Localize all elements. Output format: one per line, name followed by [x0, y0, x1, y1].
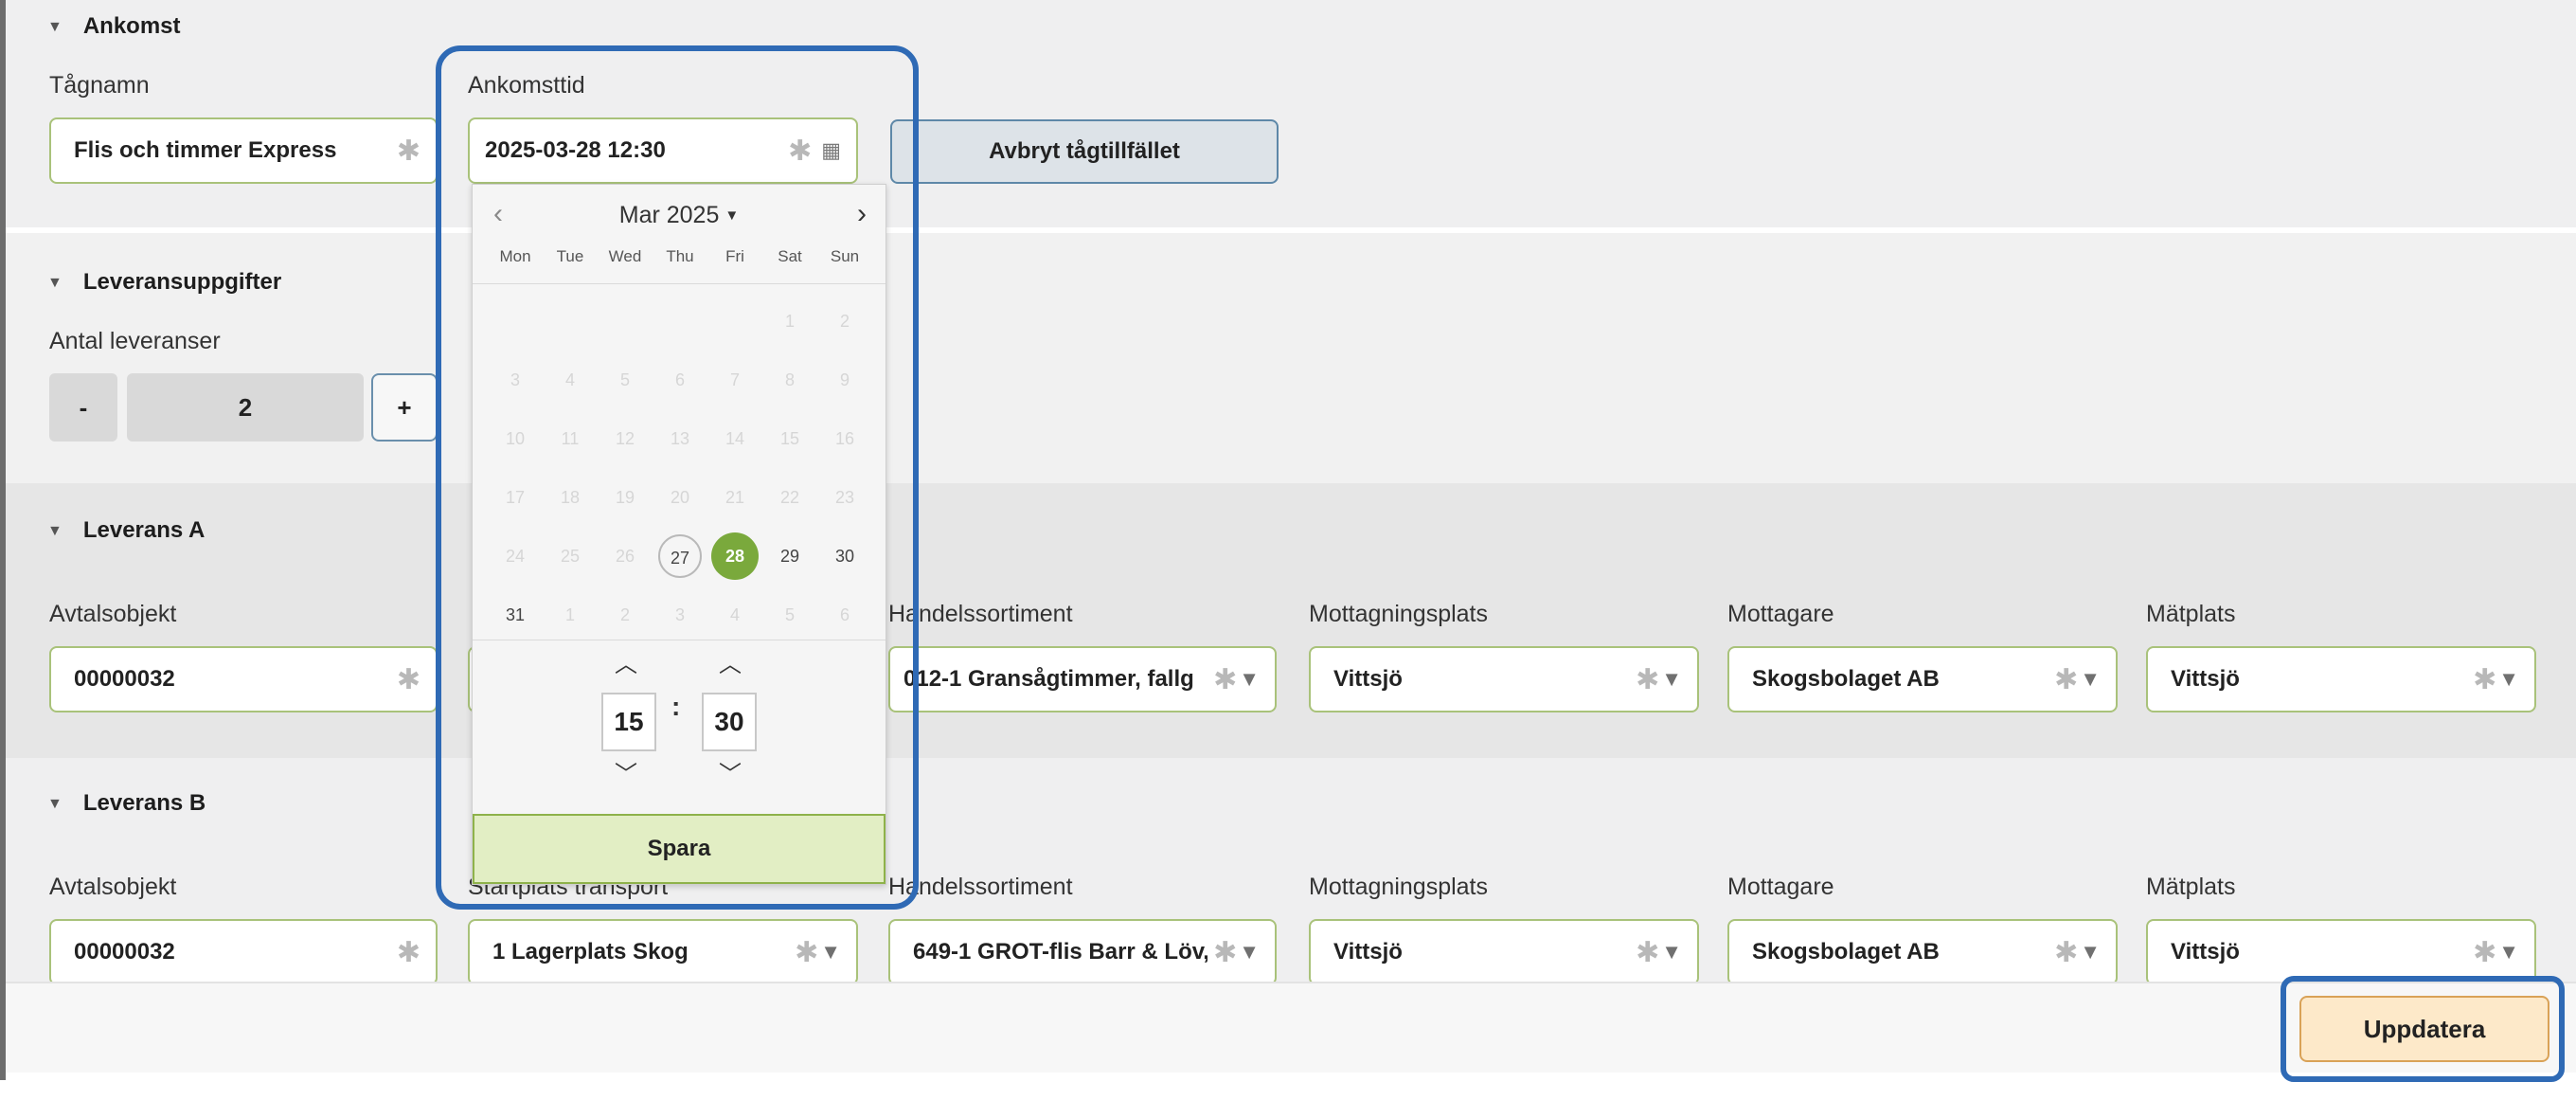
caret-down-icon: ▼ — [1239, 940, 1260, 964]
asterisk-icon: ✱ — [396, 135, 420, 167]
leverans-a-header[interactable]: ▼ Leverans A — [47, 517, 205, 544]
collapse-icon: ▼ — [47, 275, 63, 291]
mottagningsplats-label: Mottagningsplats — [1309, 874, 1489, 900]
decrement-button[interactable]: - — [49, 373, 117, 442]
mottagare-select[interactable]: Skogsbolaget AB ✱ ▼ — [1727, 919, 2118, 985]
collapse-icon: ▼ — [47, 19, 63, 35]
collapse-icon: ▼ — [47, 796, 63, 812]
leverans-b-header[interactable]: ▼ Leverans B — [47, 790, 206, 817]
train-name-label: Tågnamn — [49, 72, 150, 99]
matplats-label: Mätplats — [2146, 874, 2236, 900]
caret-down-icon: ▼ — [820, 940, 841, 964]
mottagningsplats-select[interactable]: Vittsjö ✱ ▼ — [1309, 919, 1699, 985]
mottagare-value: Skogsbolaget AB — [1752, 666, 1940, 692]
leverans-a-title: Leverans A — [82, 517, 206, 543]
leveransuppgifter-section — [6, 233, 2576, 483]
avtalsobjekt-value: 00000032 — [74, 666, 175, 692]
train-name-value: Flis och timmer Express — [74, 137, 337, 163]
arrival-highlight — [436, 45, 919, 910]
mottagare-value: Skogsbolaget AB — [1752, 939, 1940, 965]
asterisk-icon: ✱ — [795, 936, 819, 968]
asterisk-icon: ✱ — [1636, 936, 1660, 968]
asterisk-icon: ✱ — [396, 663, 420, 695]
collapse-icon: ▼ — [47, 523, 63, 539]
avtalsobjekt-field[interactable]: 00000032 ✱ — [49, 919, 438, 985]
mottagningsplats-select[interactable]: Vittsjö ✱ ▼ — [1309, 646, 1699, 712]
avtalsobjekt-label: Avtalsobjekt — [49, 874, 177, 900]
ankomst-section — [6, 0, 2576, 227]
footer-bar — [6, 982, 2576, 1073]
matplats-value: Vittsjö — [2171, 939, 2240, 965]
handelssortiment-value: 649-1 GROT-flis Barr & Löv, — [913, 939, 1208, 965]
ankomst-header[interactable]: ▼ Ankomst — [47, 13, 181, 40]
matplats-label: Mätplats — [2146, 601, 2236, 627]
mottagare-label: Mottagare — [1727, 874, 1834, 900]
avtalsobjekt-value: 00000032 — [74, 939, 175, 965]
avtalsobjekt-label: Avtalsobjekt — [49, 601, 177, 627]
asterisk-icon: ✱ — [2054, 663, 2079, 695]
caret-down-icon: ▼ — [1239, 667, 1260, 691]
asterisk-icon: ✱ — [1213, 936, 1238, 968]
cancel-train-button[interactable]: Avbryt tågtillfället — [890, 119, 1279, 184]
leveransuppgifter-header[interactable]: ▼ Leveransuppgifter — [47, 269, 281, 296]
startplats-select[interactable]: 1 Lagerplats Skog ✱ ▼ — [468, 919, 858, 985]
delivery-count-label: Antal leveranser — [49, 328, 221, 354]
caret-down-icon: ▼ — [2080, 940, 2101, 964]
avtalsobjekt-field[interactable]: 00000032 ✱ — [49, 646, 438, 712]
caret-down-icon: ▼ — [1661, 940, 1682, 964]
caret-down-icon: ▼ — [1661, 667, 1682, 691]
asterisk-icon: ✱ — [2054, 936, 2079, 968]
mottagare-label: Mottagare — [1727, 601, 1834, 627]
matplats-select[interactable]: Vittsjö ✱ ▼ — [2146, 646, 2536, 712]
delivery-count-value: 2 — [127, 373, 364, 442]
leverans-b-title: Leverans B — [82, 790, 206, 816]
asterisk-icon: ✱ — [1636, 663, 1660, 695]
startplats-value: 1 Lagerplats Skog — [492, 939, 689, 965]
mottagningsplats-value: Vittsjö — [1333, 939, 1403, 965]
handelssortiment-value: 012-1 Gransågtimmer, fallg — [903, 666, 1194, 692]
caret-down-icon: ▼ — [2080, 667, 2101, 691]
ankomst-title: Ankomst — [82, 13, 181, 39]
mottagningsplats-value: Vittsjö — [1333, 666, 1403, 692]
leveransuppgifter-title: Leveransuppgifter — [82, 269, 282, 295]
asterisk-icon: ✱ — [2473, 936, 2497, 968]
caret-down-icon: ▼ — [2498, 667, 2519, 691]
asterisk-icon: ✱ — [396, 936, 420, 968]
mottagningsplats-label: Mottagningsplats — [1309, 601, 1489, 627]
mottagare-select[interactable]: Skogsbolaget AB ✱ ▼ — [1727, 646, 2118, 712]
caret-down-icon: ▼ — [2498, 940, 2519, 964]
handelssortiment-select[interactable]: 649-1 GROT-flis Barr & Löv, ✱ ▼ — [888, 919, 1277, 985]
update-highlight — [2281, 976, 2565, 1082]
asterisk-icon: ✱ — [1213, 663, 1238, 695]
train-name-field[interactable]: Flis och timmer Express ✱ — [49, 117, 438, 184]
asterisk-icon: ✱ — [2473, 663, 2497, 695]
matplats-value: Vittsjö — [2171, 666, 2240, 692]
increment-button[interactable]: + — [371, 373, 438, 442]
handelssortiment-select[interactable]: 012-1 Gransågtimmer, fallg ✱ ▼ — [888, 646, 1277, 712]
